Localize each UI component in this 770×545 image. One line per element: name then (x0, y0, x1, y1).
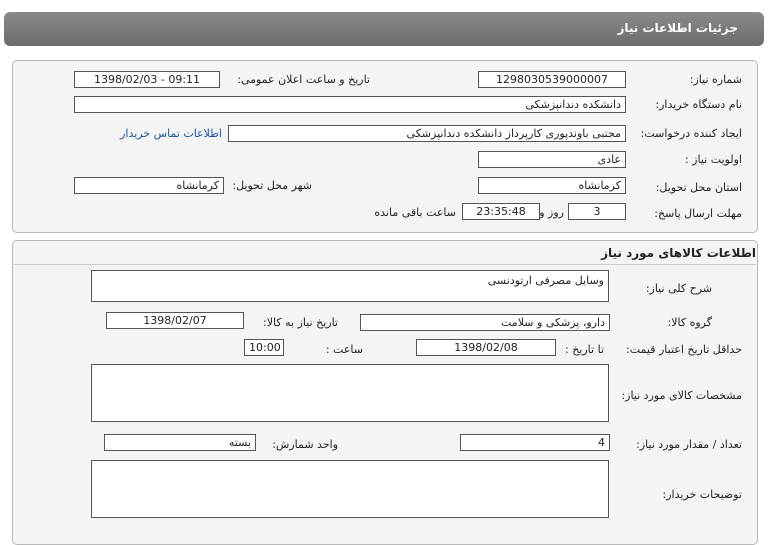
goods-group-field: دارو، پزشکی و سلامت (360, 314, 610, 331)
specs-label: مشخصات کالای مورد نیاز: (621, 389, 742, 402)
goods-section-title: اطلاعات کالاهای مورد نیاز (601, 246, 756, 260)
need-date-field: 1398/02/07 (106, 312, 244, 329)
page-title: جزئیات اطلاعات نیاز (617, 21, 738, 35)
buyer-label: نام دستگاه خریدار: (655, 98, 742, 111)
quantity-label: تعداد / مقدار مورد نیاز: (636, 438, 742, 451)
city-field: کرمانشاه (74, 177, 224, 194)
priority-field: عادی (478, 151, 626, 168)
deadline-label: مهلت ارسال پاسخ: (654, 207, 742, 220)
unit-field: بسته (104, 434, 256, 451)
summary-label: شرح کلی نیاز: (645, 282, 712, 295)
announce-label: تاریخ و ساعت اعلان عمومی: (237, 73, 370, 86)
days-field: 3 (568, 203, 626, 220)
validity-hour-label: ساعت : (325, 343, 363, 356)
creator-label: ایجاد کننده درخواست: (640, 127, 742, 140)
specs-field (91, 364, 609, 422)
creator-field: مجتبی باوندپوری کارپرداز دانشکده دندانپز… (228, 125, 626, 142)
need-number-field: 1298030539000007 (478, 71, 626, 88)
validity-date-field: 1398/02/08 (416, 339, 556, 356)
announce-field: 1398/02/03 - 09:11 (74, 71, 220, 88)
need-date-label: تاریخ نیاز به کالا: (263, 316, 338, 329)
section-divider (14, 264, 756, 265)
buyer-description-label: توضیحات خریدار: (662, 488, 743, 501)
to-date-label: تا تاریخ : (565, 343, 604, 356)
city-label: شهر محل تحویل: (232, 179, 312, 192)
validity-label: حداقل تاریخ اعتبار قیمت: (626, 343, 742, 356)
page-title-bar: جزئیات اطلاعات نیاز (4, 12, 764, 46)
need-number-label: شماره نیاز: (689, 73, 742, 86)
buyer-contact-link[interactable]: اطلاعات تماس خریدار (120, 127, 222, 140)
province-label: استان محل تحویل: (655, 181, 742, 194)
priority-label: اولویت نیاز : (684, 153, 742, 166)
validity-time-field: 10:00 (244, 339, 284, 356)
quantity-field: 4 (460, 434, 610, 451)
province-field: کرمانشاه (478, 177, 626, 194)
buyer-field: دانشکده دندانپزشکی (74, 96, 626, 113)
remaining-label: ساعت باقی مانده (374, 206, 456, 219)
days-and-label: روز و (539, 206, 564, 219)
unit-label: واحد شمارش: (272, 438, 338, 451)
time-remaining-field: 23:35:48 (462, 203, 540, 220)
goods-group-label: گروه کالا: (667, 316, 712, 329)
summary-field: وسایل مصرفی ارتودنسی (91, 270, 609, 302)
buyer-description-field (91, 460, 609, 518)
